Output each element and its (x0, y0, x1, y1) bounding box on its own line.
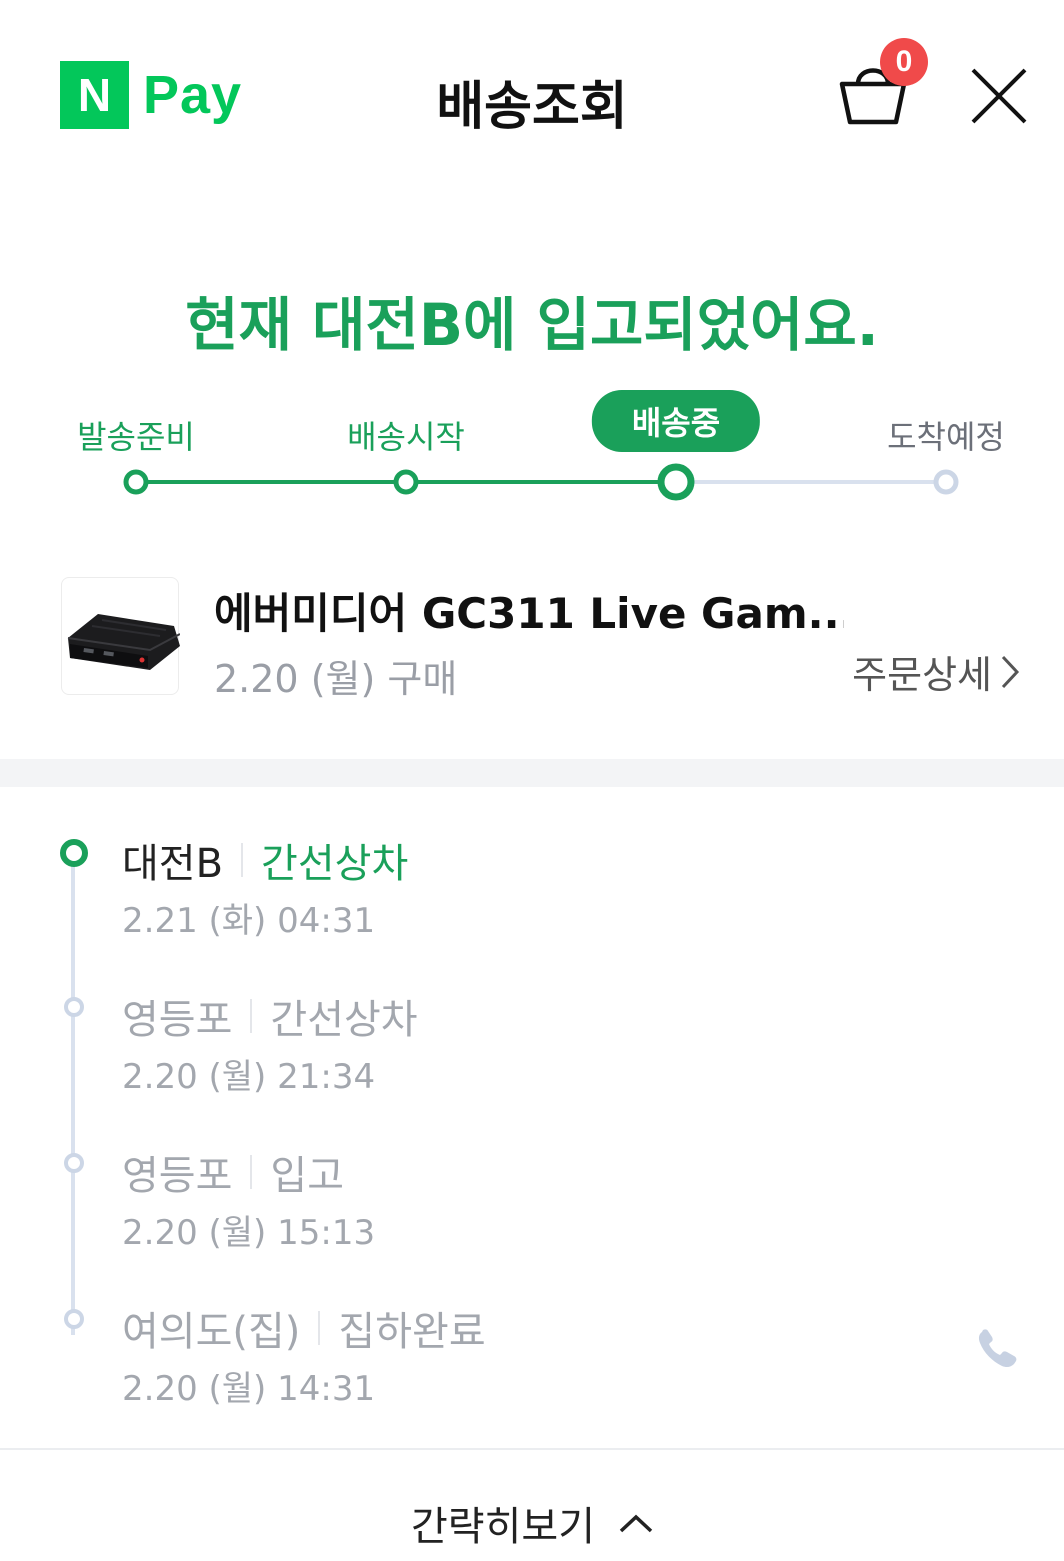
timeline-item: 영등포 입고 2.20 (월) 15:13 (0, 1139, 1064, 1269)
timeline-status: 집하완료 (338, 1309, 486, 1355)
product-name: 에버미디어 GC311 Live Gam... (214, 589, 844, 638)
cart-count-badge: 0 (880, 38, 928, 86)
order-detail-label: 주문상세 (852, 653, 992, 697)
separator (318, 1311, 321, 1345)
separator (250, 999, 253, 1033)
chevron-up-icon (619, 1514, 653, 1533)
close-icon (971, 68, 1027, 124)
timeline-time: 2.20 (월) 14:31 (122, 1369, 376, 1409)
footer: 간략히보기 (0, 1448, 1064, 1561)
timeline-status: 간선상차 (261, 841, 409, 887)
step-dot-3 (657, 463, 695, 501)
timeline-dot (64, 997, 84, 1017)
step-label-in-transit: 배송중 (591, 390, 761, 452)
collapse-label: 간략히보기 (411, 1504, 595, 1550)
chevron-right-icon (1001, 655, 1020, 688)
collapse-button[interactable]: 간략히보기 (0, 1494, 1064, 1552)
step-label-start: 배송시작 (347, 418, 465, 456)
delivery-status-headline: 현재 대전B에 입고되었어요. (185, 291, 879, 359)
separator (241, 843, 244, 877)
purchase-date: 2.20 (월) 구매 (214, 657, 458, 701)
order-detail-link[interactable]: 주문상세 (852, 644, 1020, 699)
phone-icon (978, 1329, 1017, 1368)
step-dot-1 (123, 469, 149, 495)
timeline-dot (64, 1309, 84, 1329)
timeline-status: 간선상차 (270, 997, 418, 1043)
timeline-time: 2.20 (월) 15:13 (122, 1213, 376, 1253)
product-thumbnail (61, 577, 181, 695)
timeline-dot-current (60, 839, 88, 867)
timeline-item: 대전B 간선상차 2.21 (화) 04:31 (0, 827, 1064, 957)
timeline-item: 여의도(집) 집하완료 2.20 (월) 14:31 (0, 1295, 1064, 1425)
timeline-dot (64, 1153, 84, 1173)
timeline-time: 2.20 (월) 21:34 (122, 1057, 376, 1097)
separator (250, 1155, 253, 1189)
tracking-timeline: 대전B 간선상차 2.21 (화) 04:31 영등포 간선상차 2.20 (월… (0, 787, 1064, 1447)
timeline-item: 영등포 간선상차 2.20 (월) 21:34 (0, 983, 1064, 1113)
capture-device-image (67, 614, 181, 670)
section-divider (0, 759, 1064, 787)
timeline-status: 입고 (270, 1153, 345, 1199)
step-label-prepare: 발송준비 (77, 418, 195, 456)
step-dot-2 (393, 469, 419, 495)
delivery-progress: 발송준비 배송시작 배송중 도착예정 (0, 380, 1064, 510)
call-button[interactable] (974, 1326, 1020, 1372)
header: N Pay 배송조회 0 (0, 0, 1064, 190)
close-button[interactable] (970, 68, 1028, 124)
product-summary: 에버미디어 GC311 Live Gam... 2.20 (월) 구매 주문상세 (0, 570, 1064, 710)
timeline-place: 여의도(집) (122, 1309, 301, 1355)
step-label-arrival: 도착예정 (887, 418, 1005, 456)
timeline-time: 2.21 (화) 04:31 (122, 901, 376, 941)
timeline-place: 영등포 (122, 1153, 233, 1199)
timeline-place: 영등포 (122, 997, 233, 1043)
timeline-place: 대전B (122, 841, 224, 887)
step-dot-4 (933, 469, 959, 495)
